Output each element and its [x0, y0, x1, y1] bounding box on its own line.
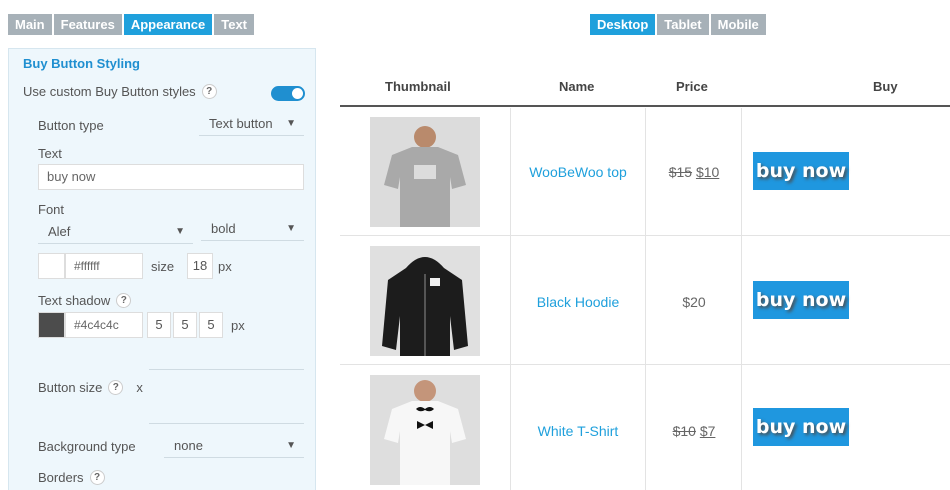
old-price: $10 — [672, 423, 696, 439]
background-type-label: Background type — [38, 439, 136, 454]
text-shadow-label: Text shadow — [38, 293, 111, 308]
white-tshirt-image — [370, 375, 480, 485]
button-text-input[interactable]: buy now — [38, 164, 304, 190]
use-custom-label: Use custom Buy Button styles — [23, 84, 196, 99]
font-size-input[interactable]: 18 — [187, 253, 213, 279]
tab-text[interactable]: Text — [214, 14, 255, 35]
column-header-thumbnail[interactable]: Thumbnail — [385, 79, 451, 94]
old-price: $15 — [668, 164, 693, 180]
button-type-select[interactable]: Text button ▼ — [199, 112, 304, 136]
shadow-color-input[interactable]: #4c4c4c — [65, 312, 143, 338]
table-row: White T-Shirt $10 $7 buy now — [340, 366, 950, 490]
chevron-down-icon: ▼ — [286, 440, 296, 451]
font-weight-select[interactable]: bold ▼ — [201, 217, 304, 241]
tshirt-image — [370, 117, 480, 227]
button-size-row: Button size ? x — [38, 380, 143, 395]
background-type-select[interactable]: none ▼ — [164, 434, 304, 458]
product-price: $10 $7 — [646, 423, 742, 439]
help-icon[interactable]: ? — [89, 470, 105, 485]
chevron-down-icon: ▼ — [175, 226, 185, 237]
shadow-color-swatch[interactable] — [38, 312, 65, 338]
column-header-name[interactable]: Name — [559, 79, 594, 94]
product-price: $15 $10 — [646, 164, 742, 180]
chevron-down-icon: ▼ — [286, 118, 296, 129]
panel-title: Buy Button Styling — [23, 56, 140, 71]
divider — [149, 423, 304, 424]
divider — [149, 369, 304, 370]
tab-mobile[interactable]: Mobile — [710, 14, 766, 35]
font-family-value: Alef — [48, 224, 71, 239]
font-color-input[interactable]: #ffffff — [65, 253, 143, 279]
sale-price[interactable]: $10 — [696, 164, 719, 180]
chevron-down-icon: ▼ — [286, 223, 296, 234]
help-icon[interactable]: ? — [108, 380, 124, 395]
shadow-x-input[interactable]: 5 — [147, 312, 171, 338]
column-header-price[interactable]: Price — [676, 79, 708, 94]
background-type-value: none — [174, 438, 203, 453]
shadow-blur-input[interactable]: 5 — [199, 312, 223, 338]
product-price: $20 — [646, 294, 742, 310]
px-unit-label: px — [231, 318, 245, 333]
borders-label: Borders — [38, 470, 84, 485]
help-icon[interactable]: ? — [116, 293, 132, 308]
product-name-link[interactable]: Black Hoodie — [511, 294, 645, 310]
tab-tablet[interactable]: Tablet — [657, 14, 709, 35]
buy-now-button[interactable]: buy now — [753, 281, 849, 319]
help-icon[interactable]: ? — [201, 84, 217, 99]
tab-desktop[interactable]: Desktop — [590, 14, 656, 35]
tab-main[interactable]: Main — [8, 14, 52, 35]
tab-features[interactable]: Features — [53, 14, 122, 35]
font-family-select[interactable]: Alef ▼ — [38, 220, 193, 244]
font-label: Font — [38, 202, 65, 217]
size-label: size — [151, 259, 175, 274]
button-size-separator: x — [136, 380, 143, 395]
product-thumbnail[interactable] — [370, 246, 480, 356]
text-shadow-row: Text shadow ? — [38, 293, 132, 308]
product-name-link[interactable]: WooBeWoo top — [511, 164, 645, 180]
settings-tabs: Main Features Appearance Text — [8, 14, 255, 35]
buy-button-settings-panel: Buy Button Styling Use custom Buy Button… — [8, 48, 316, 490]
text-label: Text — [38, 146, 62, 161]
table-header: Thumbnail Name Price Buy — [340, 70, 950, 107]
column-header-buy[interactable]: Buy — [873, 79, 898, 94]
px-unit-label: px — [218, 259, 232, 274]
font-color-swatch[interactable] — [38, 253, 65, 279]
buy-now-button[interactable]: buy now — [753, 152, 849, 190]
borders-row: Borders ? — [38, 470, 105, 485]
buy-now-button[interactable]: buy now — [753, 408, 849, 446]
use-custom-toggle[interactable] — [271, 86, 305, 101]
table-row: WooBeWoo top $15 $10 buy now — [340, 108, 950, 236]
font-weight-value: bold — [211, 221, 236, 236]
sale-price[interactable]: $7 — [700, 423, 716, 439]
table-row: Black Hoodie $20 buy now — [340, 237, 950, 365]
product-thumbnail[interactable] — [370, 117, 480, 227]
shadow-y-input[interactable]: 5 — [173, 312, 197, 338]
device-tabs: Desktop Tablet Mobile — [590, 14, 766, 35]
use-custom-row: Use custom Buy Button styles ? — [23, 84, 217, 99]
regular-price: $20 — [682, 294, 706, 310]
button-type-value: Text button — [209, 116, 273, 131]
product-thumbnail[interactable] — [370, 375, 480, 485]
button-size-label: Button size — [38, 380, 103, 395]
toggle-knob — [292, 88, 303, 99]
product-name-link[interactable]: White T-Shirt — [511, 423, 645, 439]
hoodie-image — [370, 246, 480, 356]
button-type-label: Button type — [38, 118, 104, 133]
tab-appearance[interactable]: Appearance — [123, 14, 213, 35]
